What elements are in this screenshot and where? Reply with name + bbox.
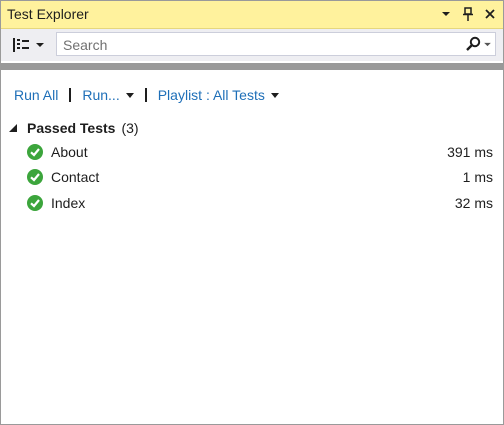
passed-check-icon: [27, 169, 43, 185]
window-title: Test Explorer: [7, 6, 89, 22]
toolbar: [1, 29, 503, 61]
group-label: Passed Tests: [27, 120, 116, 136]
group-count: (3): [121, 120, 139, 136]
test-explorer-window: Test Explorer Search Run All Run... Play…: [0, 0, 504, 425]
passed-check-icon: [27, 144, 43, 160]
chevron-down-icon: [484, 42, 491, 46]
title-bar: Test Explorer: [1, 1, 503, 29]
test-name: About: [51, 144, 88, 160]
search-icon: [466, 36, 481, 51]
group-by-icon: [13, 38, 29, 52]
run-label: Run...: [82, 87, 120, 103]
close-icon[interactable]: [483, 6, 497, 22]
command-separator: [144, 88, 147, 102]
window-position-dropdown-icon[interactable]: [439, 6, 453, 22]
search-button[interactable]: [465, 36, 491, 52]
pin-icon[interactable]: [461, 6, 475, 22]
test-duration: 391 ms: [447, 144, 493, 160]
toolbar-divider: [1, 63, 503, 70]
chevron-down-icon: [36, 43, 44, 47]
test-name: Index: [51, 195, 86, 211]
passed-check-icon: [27, 195, 43, 211]
group-by-button[interactable]: [5, 33, 51, 57]
passed-tests-group[interactable]: Passed Tests (3): [8, 119, 139, 137]
collapse-triangle-icon[interactable]: [8, 123, 18, 133]
run-dropdown[interactable]: Run...: [82, 87, 134, 103]
test-row[interactable]: Index 32 ms: [27, 193, 493, 213]
search-input[interactable]: [61, 35, 445, 55]
command-bar: Run All Run... Playlist : All Tests: [14, 86, 279, 104]
chevron-down-icon: [270, 92, 279, 98]
test-duration: 1 ms: [462, 169, 493, 185]
search-box: [56, 32, 496, 56]
run-all-link[interactable]: Run All: [14, 87, 58, 103]
test-name: Contact: [51, 169, 100, 185]
title-bar-controls: [439, 5, 497, 23]
command-separator: [69, 88, 72, 102]
playlist-dropdown[interactable]: Playlist : All Tests: [158, 87, 279, 103]
test-duration: 32 ms: [454, 195, 493, 211]
chevron-down-icon: [125, 92, 134, 98]
test-row[interactable]: Contact 1 ms: [27, 167, 493, 187]
test-row[interactable]: About 391 ms: [27, 142, 493, 162]
playlist-label: Playlist : All Tests: [157, 87, 265, 103]
